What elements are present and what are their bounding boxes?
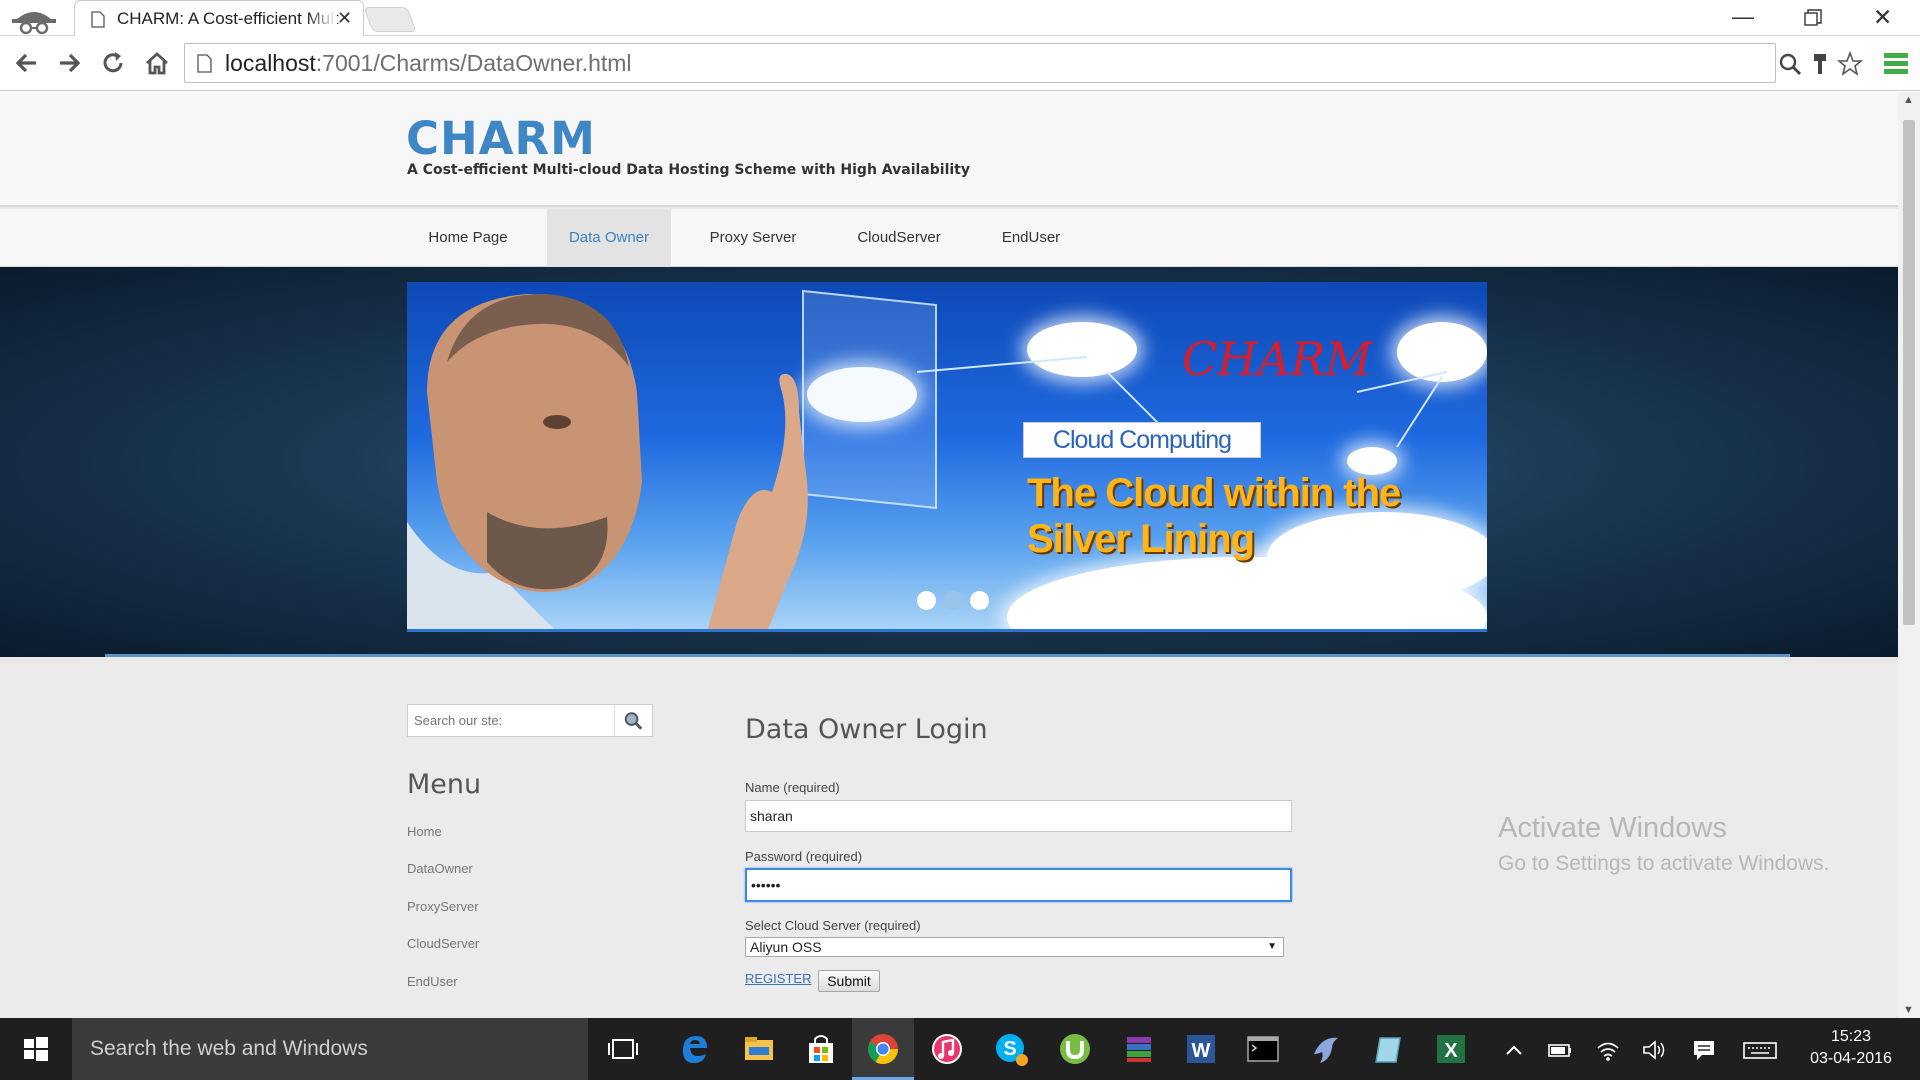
- cmd-icon[interactable]: [1244, 1030, 1282, 1068]
- dolphin-icon[interactable]: [1308, 1030, 1346, 1068]
- word-icon[interactable]: W: [1182, 1030, 1220, 1068]
- tab-title: CHARM: A Cost-efficient Multi-cloud Data…: [117, 9, 339, 28]
- banner-slogan: The Cloud within the Silver Lining: [1027, 471, 1401, 561]
- chevron-down-icon: ▼: [1267, 941, 1277, 952]
- address-bar[interactable]: localhost:7001/Charms/DataOwner.html: [184, 43, 1863, 83]
- tab-close-button[interactable]: ✕: [337, 8, 352, 29]
- star-icon[interactable]: [1837, 51, 1863, 77]
- name-label: Name (required): [745, 780, 840, 795]
- slide-dot-3[interactable]: [970, 591, 989, 610]
- scroll-down-arrow[interactable]: ▼: [1903, 1004, 1914, 1016]
- notifications-icon[interactable]: [1690, 1036, 1718, 1064]
- home-icon[interactable]: [140, 46, 174, 80]
- system-clock[interactable]: 15:23 03-04-2016: [1796, 1026, 1906, 1070]
- battery-icon[interactable]: [1546, 1036, 1574, 1064]
- incognito-icon: [12, 12, 56, 34]
- restore-button[interactable]: [1804, 9, 1822, 27]
- sidebar-link-enduser[interactable]: EndUser: [407, 974, 458, 989]
- page-scrollbar[interactable]: ▲ ▼: [1898, 92, 1920, 1018]
- sidebar-link-home[interactable]: Home: [407, 824, 442, 839]
- submit-button[interactable]: Submit: [818, 970, 880, 992]
- sidebar-link-dataowner[interactable]: DataOwner: [407, 861, 473, 876]
- volume-icon[interactable]: [1640, 1036, 1668, 1064]
- password-field[interactable]: ••••••: [745, 868, 1292, 902]
- browser-toolbar: localhost:7001/Charms/DataOwner.html: [0, 36, 1920, 91]
- skype-icon[interactable]: S: [992, 1030, 1030, 1068]
- chrome-icon[interactable]: [864, 1030, 902, 1068]
- screen: CHARM: A Cost-efficient Multi-cloud Data…: [0, 0, 1920, 1080]
- file-explorer-icon[interactable]: [740, 1030, 778, 1068]
- minimize-button[interactable]: —: [1732, 4, 1754, 30]
- nav-cloud-server[interactable]: CloudServer: [835, 209, 963, 267]
- excel-icon[interactable]: X: [1432, 1030, 1470, 1068]
- taskbar: Search the web and Windows S W X 15:23 0…: [0, 1018, 1920, 1080]
- nav-proxy-server[interactable]: Proxy Server: [689, 209, 817, 267]
- nav-end-user[interactable]: EndUser: [981, 209, 1081, 267]
- site-search: [407, 704, 653, 737]
- scroll-up-arrow[interactable]: ▲: [1903, 94, 1914, 106]
- cloud-server-select[interactable]: Aliyun OSS ▼: [745, 937, 1284, 957]
- scrollbar-thumb[interactable]: [1903, 120, 1915, 625]
- main-nav: Home Page Data Owner Proxy Server CloudS…: [0, 209, 1898, 267]
- site-tagline: A Cost-efficient Multi-cloud Data Hostin…: [407, 162, 970, 178]
- notepad-icon[interactable]: [1370, 1030, 1408, 1068]
- banner: CHARM Cloud Computing The Cloud within t…: [0, 267, 1898, 657]
- reload-icon[interactable]: [96, 46, 130, 80]
- key-icon[interactable]: [1807, 51, 1833, 77]
- activate-windows-subtitle: Go to Settings to activate Windows.: [1498, 852, 1830, 875]
- sidebar-link-proxyserver[interactable]: ProxyServer: [407, 899, 479, 914]
- nav-data-owner[interactable]: Data Owner: [547, 209, 671, 267]
- svg-text:S: S: [1003, 1038, 1016, 1060]
- slide-dot-2[interactable]: [944, 591, 963, 610]
- site-logo[interactable]: CHARM: [406, 112, 596, 165]
- nav-home-page[interactable]: Home Page: [407, 209, 529, 267]
- clock-date: 03-04-2016: [1810, 1050, 1892, 1067]
- password-label: Password (required): [745, 849, 863, 864]
- windows-start-icon[interactable]: [0, 1018, 72, 1080]
- back-icon[interactable]: [10, 46, 44, 80]
- banner-slide: CHARM Cloud Computing The Cloud within t…: [407, 282, 1487, 632]
- keyboard-icon[interactable]: [1742, 1036, 1778, 1064]
- cortana-search-box[interactable]: Search the web and Windows: [72, 1018, 588, 1080]
- svg-text:W: W: [1192, 1040, 1211, 1062]
- clock-time: 15:23: [1830, 1028, 1872, 1045]
- search-icon[interactable]: [1777, 51, 1803, 77]
- url-text[interactable]: localhost:7001/Charms/DataOwner.html: [225, 50, 632, 77]
- cloud-computing-label: Cloud Computing: [1023, 422, 1261, 458]
- slide-dot-1[interactable]: [917, 591, 936, 610]
- itunes-icon[interactable]: [928, 1030, 966, 1068]
- store-icon[interactable]: [802, 1030, 840, 1068]
- chevron-up-icon[interactable]: [1500, 1036, 1528, 1064]
- new-tab-button[interactable]: [363, 7, 417, 32]
- businessman-image: [407, 293, 808, 629]
- banner-charm-text: CHARM: [1182, 332, 1373, 386]
- forward-icon[interactable]: [52, 46, 86, 80]
- activate-windows-title: Activate Windows: [1498, 812, 1727, 844]
- name-field[interactable]: sharan: [745, 800, 1292, 832]
- cloud-server-label: Select Cloud Server (required): [745, 918, 921, 933]
- utorrent-icon[interactable]: [1056, 1030, 1094, 1068]
- sidebar-link-cloudserver[interactable]: CloudServer: [407, 936, 479, 951]
- page-viewport: CHARM A Cost-efficient Multi-cloud Data …: [0, 92, 1898, 1018]
- wifi-icon[interactable]: [1594, 1036, 1622, 1064]
- search-icon[interactable]: [614, 705, 652, 736]
- svg-text:X: X: [1444, 1040, 1458, 1062]
- task-view-icon[interactable]: [604, 1030, 642, 1068]
- edge-icon[interactable]: [676, 1030, 714, 1068]
- browser-tab[interactable]: CHARM: A Cost-efficient Multi-cloud Data…: [74, 0, 364, 36]
- site-header: CHARM A Cost-efficient Multi-cloud Data …: [0, 92, 1898, 207]
- winrar-icon[interactable]: [1120, 1030, 1158, 1068]
- page-icon: [91, 11, 105, 28]
- search-input[interactable]: [408, 705, 614, 736]
- banner-divider: [105, 654, 1790, 657]
- sidebar-menu-title: Menu: [407, 769, 482, 800]
- close-window-button[interactable]: ✕: [1873, 4, 1892, 31]
- menu-icon[interactable]: [1884, 52, 1908, 74]
- page-icon: [197, 54, 212, 73]
- register-link[interactable]: REGISTER: [745, 971, 811, 986]
- browser-titlebar: CHARM: A Cost-efficient Multi-cloud Data…: [0, 0, 1920, 36]
- login-form-title: Data Owner Login: [745, 714, 988, 745]
